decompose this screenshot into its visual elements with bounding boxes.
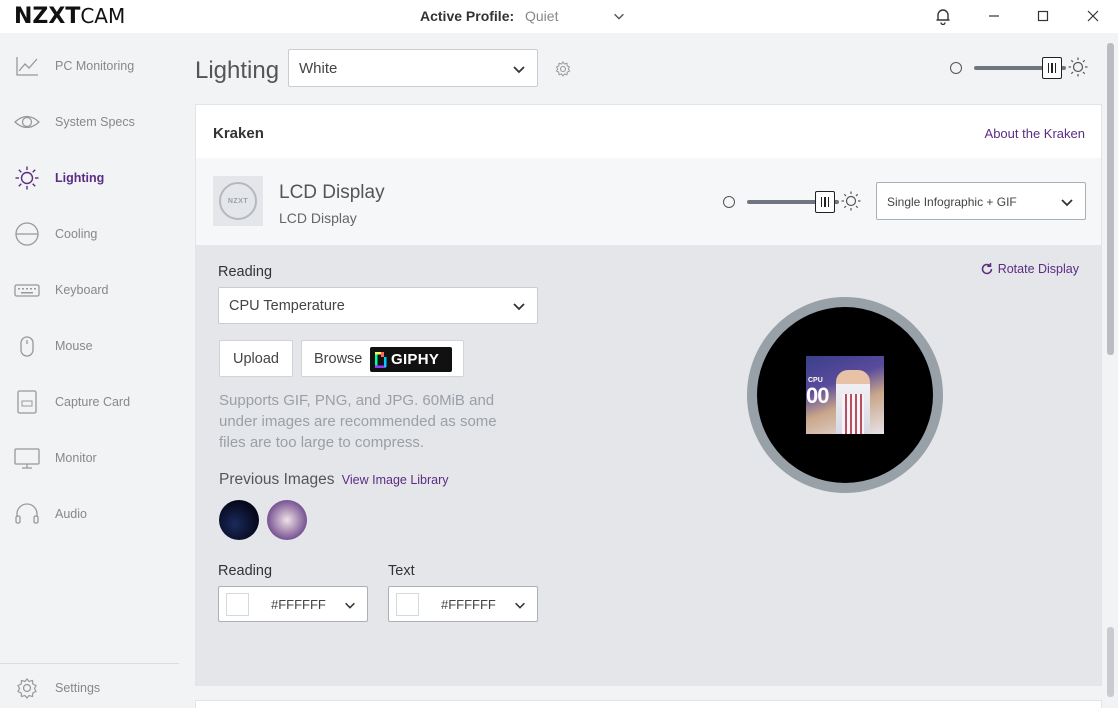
reading-color-label: Reading — [218, 563, 273, 579]
device-title: Kraken — [213, 125, 264, 142]
brightness-high-icon — [841, 191, 861, 211]
maximize-button[interactable] — [1033, 6, 1053, 26]
lcd-preview-screen: CPU 00 — [757, 307, 933, 483]
lcd-device-thumbnail: NZXT — [213, 176, 263, 226]
giphy-icon — [375, 351, 387, 368]
brightness-high-icon — [1068, 57, 1088, 77]
chevron-down-icon — [1061, 199, 1073, 207]
global-brightness-slider[interactable] — [950, 56, 1088, 80]
preset-settings-gear-icon[interactable] — [554, 60, 572, 78]
eye-icon — [14, 115, 40, 129]
lcd-display-row: NZXT LCD Display LCD Display Single Info… — [196, 158, 1101, 245]
notifications-bell-icon[interactable] — [933, 6, 953, 26]
sidebar-item-mouse[interactable]: Mouse — [0, 326, 179, 366]
monitor-icon — [14, 448, 40, 469]
lighting-preset-dropdown[interactable]: White — [288, 49, 538, 87]
about-kraken-link[interactable]: About the Kraken — [985, 126, 1085, 141]
color-swatch — [396, 593, 419, 616]
close-button[interactable] — [1083, 6, 1103, 26]
supported-formats-text: Supports GIF, PNG, and JPG. 60MiB and un… — [219, 392, 497, 451]
mouse-icon — [20, 336, 34, 357]
preview-reading-value: 00 — [806, 383, 830, 408]
lcd-display-subtitle: LCD Display — [279, 210, 357, 226]
title-bar: NZXTCAM Active Profile: Quiet — [0, 0, 1118, 33]
lcd-display-name: LCD Display — [279, 182, 385, 203]
reading-label: Reading — [218, 264, 273, 280]
page-title: Lighting — [195, 57, 280, 84]
previous-image-thumbnail[interactable] — [267, 500, 307, 540]
nzxt-logo-icon: NZXT — [219, 182, 257, 220]
previous-images-heading: Previous Images View Image Library — [219, 471, 449, 488]
sidebar-item-keyboard[interactable]: Keyboard — [0, 270, 179, 310]
scrollbar[interactable] — [1106, 33, 1118, 708]
main-content: Lighting White Kraken About the Kraken N… — [179, 33, 1118, 708]
rotate-display-button[interactable]: Rotate Display — [980, 262, 1079, 276]
active-profile-label: Active Profile: — [420, 8, 515, 24]
lcd-mode-dropdown[interactable]: Single Infographic + GIF — [876, 182, 1086, 220]
previous-image-thumbnail[interactable] — [219, 500, 259, 540]
giphy-logo: GIPHY — [370, 347, 452, 372]
reading-dropdown[interactable]: CPU Temperature — [218, 287, 538, 324]
text-color-label: Text — [388, 563, 415, 579]
sidebar-divider — [0, 663, 179, 664]
brightness-low-icon — [950, 62, 962, 74]
chart-line-icon — [16, 57, 38, 76]
gif-preview-image: CPU 00 — [806, 356, 884, 434]
kraken-card: Kraken About the Kraken NZXT LCD Display… — [195, 104, 1102, 686]
next-card-edge — [195, 700, 1102, 708]
minimize-button[interactable] — [984, 6, 1004, 26]
sidebar-item-settings[interactable]: Settings — [0, 668, 179, 708]
gear-icon — [17, 678, 37, 699]
keyboard-icon — [14, 284, 40, 297]
lcd-config-panel: Reading CPU Temperature Upload Browse GI… — [196, 245, 1101, 686]
view-image-library-link[interactable]: View Image Library — [342, 473, 449, 487]
scrollbar-thumb[interactable] — [1107, 43, 1114, 355]
rotate-icon — [981, 263, 992, 275]
chevron-down-icon — [513, 66, 525, 74]
color-swatch — [226, 593, 249, 616]
sidebar-item-capture-card[interactable]: Capture Card — [0, 382, 179, 422]
chevron-down-icon — [345, 602, 355, 609]
brightness-slider-thumb[interactable] — [1042, 57, 1063, 79]
upload-button[interactable]: Upload — [219, 340, 293, 377]
active-profile-dropdown[interactable]: Quiet — [525, 8, 558, 24]
text-color-picker[interactable]: #FFFFFF — [388, 586, 538, 622]
browse-giphy-button[interactable]: Browse GIPHY — [301, 340, 464, 377]
sidebar-item-cooling[interactable]: Cooling — [0, 214, 179, 254]
sidebar-item-lighting[interactable]: Lighting — [0, 158, 179, 198]
chevron-down-icon — [515, 602, 525, 609]
headset-icon — [15, 503, 39, 524]
nzxt-cam-logo: NZXTCAM — [14, 4, 126, 29]
sun-icon — [15, 166, 39, 190]
capture-card-icon — [17, 390, 37, 414]
sidebar-item-audio[interactable]: Audio — [0, 494, 179, 534]
lcd-brightness-slider[interactable] — [723, 190, 861, 214]
chevron-down-icon[interactable] — [612, 9, 626, 23]
lcd-preview: CPU 00 — [747, 297, 943, 493]
fan-icon — [15, 222, 39, 246]
chevron-down-icon — [513, 303, 525, 311]
sidebar-item-monitor[interactable]: Monitor — [0, 438, 179, 478]
brightness-slider-thumb[interactable] — [815, 191, 836, 213]
sidebar: PC Monitoring System Specs Lighting Cool… — [0, 33, 179, 708]
sidebar-item-pc-monitoring[interactable]: PC Monitoring — [0, 46, 179, 86]
brightness-low-icon — [723, 196, 735, 208]
scrollbar-track-segment — [1107, 627, 1114, 697]
reading-color-picker[interactable]: #FFFFFF — [218, 586, 368, 622]
sidebar-item-system-specs[interactable]: System Specs — [0, 102, 179, 142]
